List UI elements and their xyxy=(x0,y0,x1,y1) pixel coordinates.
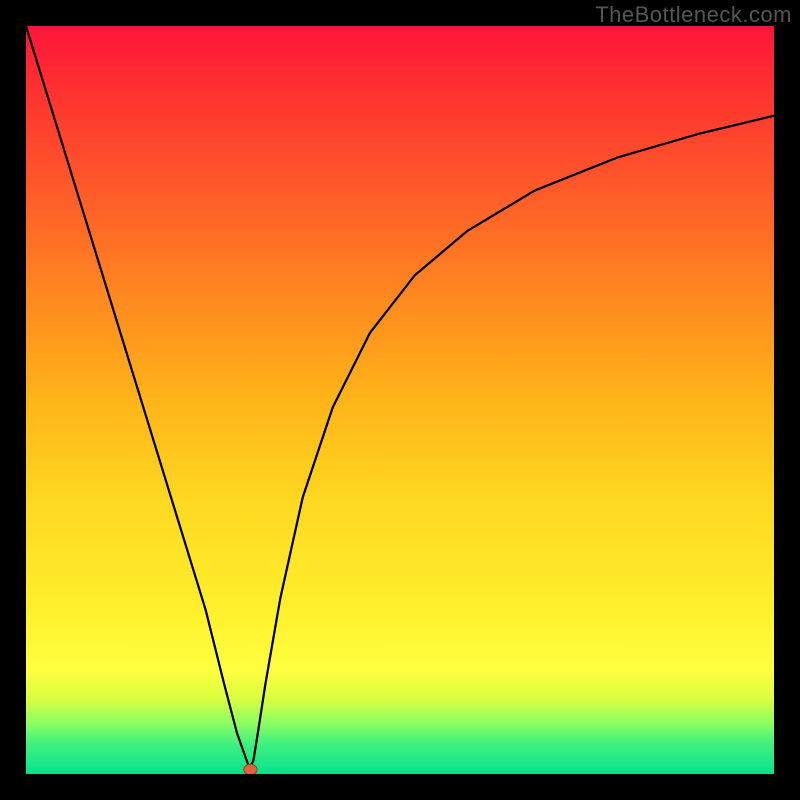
curve-svg xyxy=(26,26,774,774)
watermark-text: TheBottleneck.com xyxy=(595,2,792,28)
chart-frame: TheBottleneck.com xyxy=(0,0,800,800)
optimal-marker xyxy=(244,764,257,774)
bottleneck-curve xyxy=(26,26,774,767)
plot-area xyxy=(26,26,774,774)
